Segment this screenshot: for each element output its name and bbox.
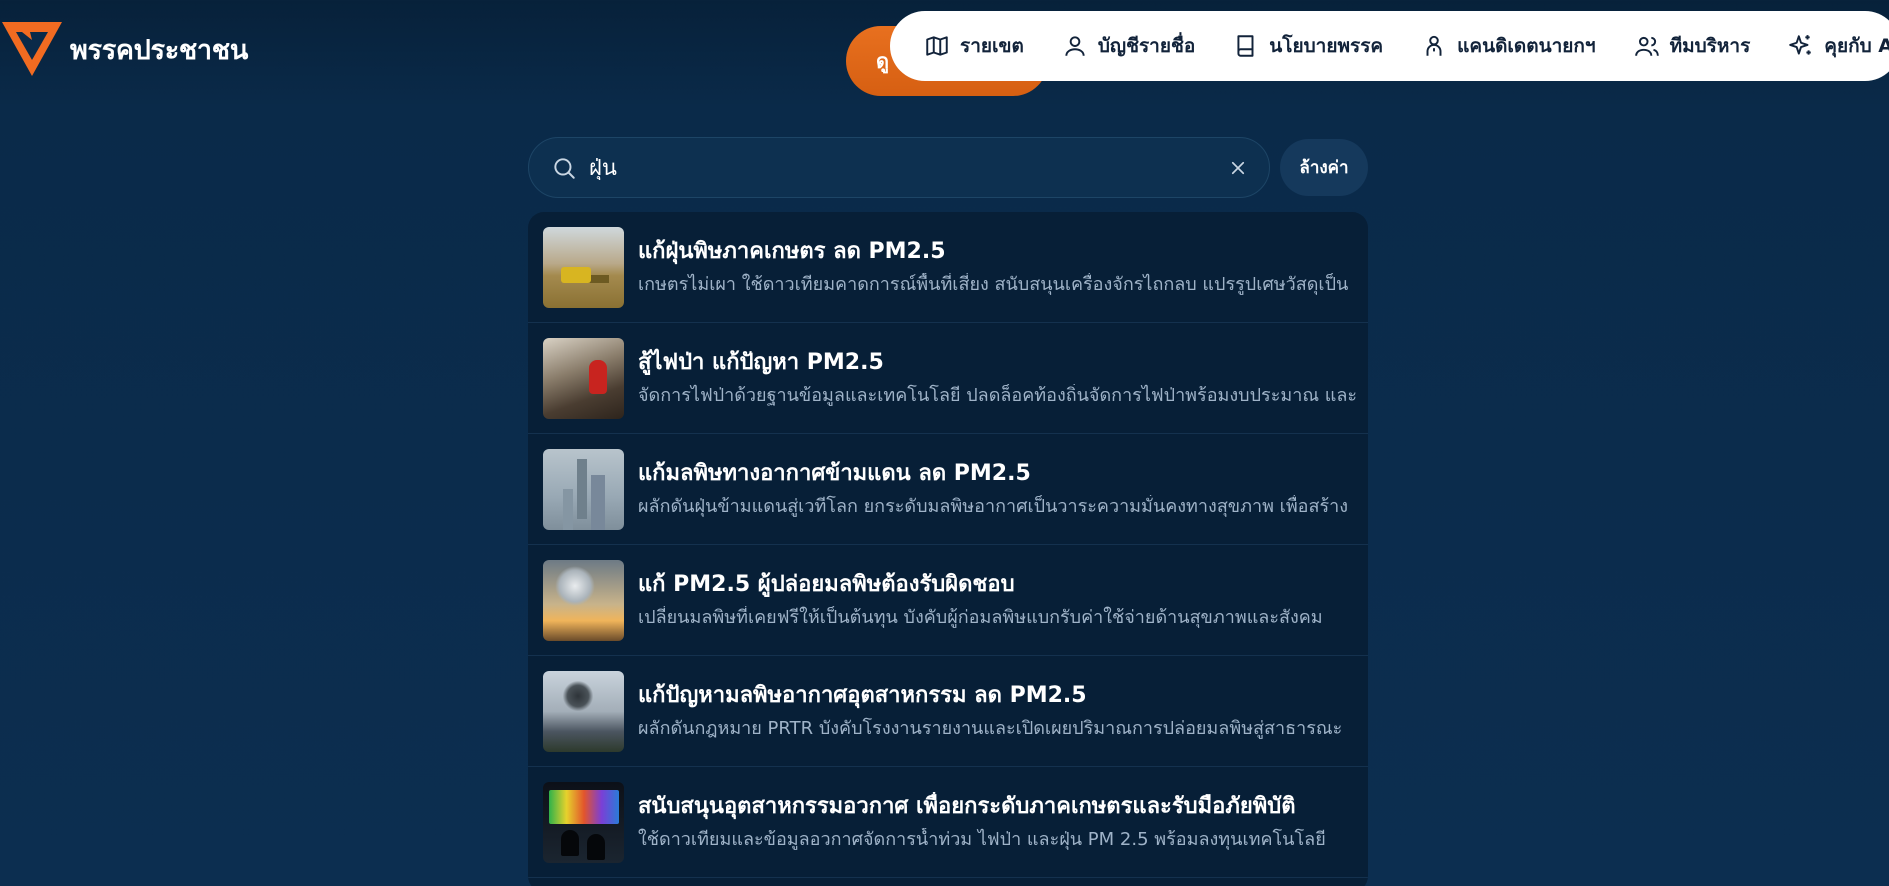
result-title: สู้ไฟป่า แก้ปัญหา PM2.5 (638, 350, 884, 375)
list-item[interactable]: แก้ปัญหามลพิษอากาศอุตสาหกรรม ลด PM2.5 ผล… (528, 656, 1368, 767)
list-item[interactable]: แก้ PM2.5 ผู้ปล่อยมลพิษต้องรับผิดชอบ เปล… (528, 545, 1368, 656)
nav-item-label: นโยบายพรรค (1269, 35, 1384, 57)
close-icon[interactable] (1229, 159, 1247, 177)
book-icon (1233, 33, 1259, 59)
thumbnail-image (543, 337, 624, 419)
thumbnail-image (543, 448, 624, 530)
nav-item-label: บัญชีรายชื่อ (1097, 35, 1196, 57)
sparkles-icon (1788, 33, 1814, 59)
list-item[interactable]: สนับสนุนอุตสาหกรรมอวกาศ เพื่อยกระดับภาคเ… (528, 767, 1368, 878)
nav-item-districts[interactable]: รายเขต (924, 31, 1024, 61)
nav-item-label: รายเขต (960, 35, 1024, 57)
result-description: ผลักดันฝุ่นข้ามแดนสู่เวทีโลก ยกระดับมลพิ… (638, 496, 1349, 517)
thumbnail-image (543, 559, 624, 641)
map-icon (924, 33, 950, 59)
list-item[interactable]: แก้ฝุ่นพิษภาคเกษตร ลด PM2.5 เกษตรไม่เผา … (528, 212, 1368, 323)
result-title: แก้ฝุ่นพิษภาคเกษตร ลด PM2.5 (638, 239, 946, 264)
nav-item-chat-ai[interactable]: คุยกับ AI (1788, 31, 1889, 61)
nav-item-policy[interactable]: นโยบายพรรค (1233, 31, 1383, 61)
result-description: เกษตรไม่เผา ใช้ดาวเทียมคาดการณ์พื้นที่เส… (638, 274, 1349, 295)
nav-item-label: แคนดิเดตนายกฯ (1457, 35, 1596, 57)
thumbnail-image (543, 226, 624, 308)
list-item[interactable]: สู้ไฟป่า แก้ปัญหา PM2.5 จัดการไฟป่าด้วยฐ… (528, 323, 1368, 434)
nav-item-label: คุยกับ AI (1824, 35, 1889, 57)
cta-label: ดู (876, 49, 889, 73)
logo-mark-icon (2, 22, 62, 76)
search-results: แก้ฝุ่นพิษภาคเกษตร ลด PM2.5 เกษตรไม่เผา … (528, 212, 1368, 886)
brand-logo[interactable]: พรรคประชาชน (0, 20, 248, 78)
result-title: แก้มลพิษทางอากาศข้ามแดน ลด PM2.5 (638, 461, 1031, 486)
result-description: ผลักดันกฎหมาย PRTR บังคับโรงงานรายงานและ… (638, 718, 1343, 739)
user-icon (1062, 33, 1088, 59)
person-icon (1421, 33, 1447, 59)
search-bar (528, 137, 1270, 198)
result-title: สนับสนุนอุตสาหกรรมอวกาศ เพื่อยกระดับภาคเ… (638, 794, 1296, 819)
brand-name: พรรคประชาชน (70, 34, 248, 66)
nav-item-party-list[interactable]: บัญชีรายชื่อ (1062, 31, 1195, 61)
result-title: แก้ PM2.5 ผู้ปล่อยมลพิษต้องรับผิดชอบ (638, 572, 1015, 597)
list-item[interactable]: แก้มลพิษทางอากาศข้ามแดน ลด PM2.5 ผลักดัน… (528, 434, 1368, 545)
nav-item-label: ทีมบริหาร (1669, 35, 1751, 57)
reset-button[interactable]: ล้างค่า (1280, 139, 1368, 196)
result-title: แก้ปัญหามลพิษอากาศอุตสาหกรรม ลด PM2.5 (638, 683, 1087, 708)
thumbnail-image (543, 781, 624, 863)
nav-item-executive-team[interactable]: ทีมบริหาร (1634, 31, 1751, 61)
top-nav: รายเขต บัญชีรายชื่อ นโยบายพรรค แคนดิเดตน… (890, 11, 1889, 81)
result-description: จัดการไฟป่าด้วยฐานข้อมูลและเทคโนโลยี ปลด… (638, 385, 1358, 406)
users-icon (1634, 33, 1660, 59)
result-description: ใช้ดาวเทียมและข้อมูลอวกาศจัดการน้ำท่วม ไ… (638, 829, 1326, 850)
result-description: เปลี่ยนมลพิษที่เคยฟรีให้เป็นต้นทุน บังคั… (638, 607, 1323, 628)
search-icon (551, 155, 577, 181)
thumbnail-image (543, 670, 624, 752)
nav-item-pm-candidate[interactable]: แคนดิเดตนายกฯ (1421, 31, 1596, 61)
search-input[interactable] (589, 155, 1229, 180)
